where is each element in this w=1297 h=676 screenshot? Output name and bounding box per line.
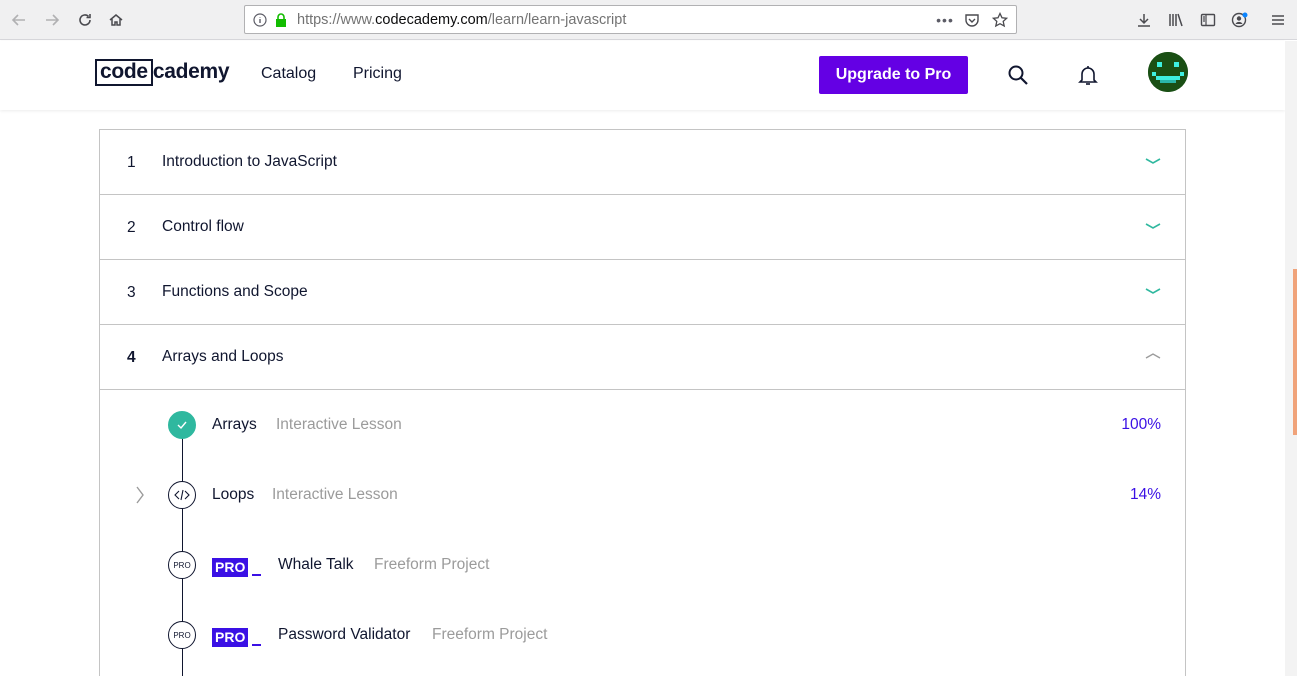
upgrade-to-pro-button[interactable]: Upgrade to Pro bbox=[819, 56, 968, 94]
module-row-expanded[interactable]: 4 Arrays and Loops bbox=[100, 325, 1185, 390]
chevron-right-icon[interactable] bbox=[134, 485, 146, 505]
sidebar-icon[interactable] bbox=[1198, 10, 1218, 30]
page-scrollbar[interactable] bbox=[1285, 41, 1297, 676]
lesson-item[interactable]: PRO PRO Password Validator Freeform Proj… bbox=[100, 615, 1185, 655]
forward-icon[interactable] bbox=[40, 8, 64, 32]
lesson-progress: 100% bbox=[1121, 416, 1161, 433]
lesson-item[interactable]: PRO PRO Whale Talk Freeform Project bbox=[100, 545, 1185, 585]
lesson-type: Freeform Project bbox=[374, 556, 490, 573]
url-path: /learn/learn-javascript bbox=[487, 12, 627, 28]
bookmark-star-icon[interactable] bbox=[992, 12, 1008, 28]
module-row[interactable]: 3 Functions and Scope bbox=[100, 260, 1185, 325]
url-text: https://www.codecademy.com/learn/learn-j… bbox=[297, 12, 626, 28]
lesson-title[interactable]: Arrays bbox=[212, 416, 257, 434]
pro-badge-text: PRO bbox=[212, 628, 249, 647]
lesson-progress: 14% bbox=[1129, 486, 1161, 503]
module-title: Introduction to JavaScript bbox=[162, 153, 337, 170]
module-row[interactable]: 2 Control flow bbox=[100, 195, 1185, 260]
chevron-down-icon[interactable] bbox=[1144, 284, 1162, 298]
user-avatar[interactable] bbox=[1148, 52, 1188, 92]
module-number: 1 bbox=[127, 154, 136, 171]
chevron-down-icon[interactable] bbox=[1144, 219, 1162, 233]
url-domain: codecademy.com bbox=[375, 12, 488, 28]
pro-badge: PRO bbox=[212, 555, 262, 577]
module-number: 3 bbox=[127, 284, 136, 301]
browser-toolbar: https://www.codecademy.com/learn/learn-j… bbox=[0, 0, 1297, 40]
notification-bell-icon[interactable] bbox=[1076, 63, 1102, 89]
lesson-type: Interactive Lesson bbox=[272, 486, 398, 503]
lesson-item[interactable]: Loops Interactive Lesson 14% bbox=[100, 475, 1185, 515]
code-icon bbox=[168, 481, 196, 509]
lesson-title[interactable]: Password Validator bbox=[278, 626, 410, 644]
module-number: 2 bbox=[127, 219, 136, 236]
scrollbar-thumb[interactable] bbox=[1293, 269, 1297, 435]
menu-icon[interactable] bbox=[1268, 10, 1288, 30]
lesson-title[interactable]: Loops bbox=[212, 486, 254, 504]
nav-catalog[interactable]: Catalog bbox=[261, 65, 316, 83]
lesson-type: Freeform Project bbox=[432, 626, 548, 643]
info-icon[interactable] bbox=[252, 12, 268, 28]
completed-check-icon bbox=[168, 411, 196, 439]
lesson-title[interactable]: Whale Talk bbox=[278, 556, 354, 574]
pro-badge-cursor bbox=[252, 644, 262, 646]
downloads-icon[interactable] bbox=[1134, 10, 1154, 30]
chevron-up-icon[interactable] bbox=[1144, 349, 1162, 363]
logo-code: code bbox=[95, 58, 153, 86]
pro-badge-cursor bbox=[252, 574, 262, 576]
url-prefix: https://www. bbox=[297, 12, 376, 28]
library-icon[interactable] bbox=[1166, 10, 1186, 30]
pocket-icon[interactable] bbox=[964, 12, 980, 28]
codecademy-logo[interactable]: code cademy bbox=[95, 58, 230, 86]
site-header: code cademy Catalog Pricing Upgrade to Pr… bbox=[0, 41, 1285, 110]
logo-cademy: cademy bbox=[152, 60, 230, 83]
page-actions-icon[interactable]: ••• bbox=[936, 12, 953, 28]
module-title: Control flow bbox=[162, 218, 244, 235]
syllabus-list: 1 Introduction to JavaScript 2 Control f… bbox=[99, 129, 1186, 676]
account-icon[interactable] bbox=[1230, 10, 1250, 30]
url-bar[interactable]: https://www.codecademy.com/learn/learn-j… bbox=[244, 5, 1017, 34]
module-row[interactable]: 1 Introduction to JavaScript bbox=[100, 130, 1185, 195]
module-title: Arrays and Loops bbox=[162, 348, 284, 365]
pro-badge-text: PRO bbox=[212, 558, 249, 577]
pro-lock-icon: PRO bbox=[168, 621, 196, 649]
pro-lock-icon: PRO bbox=[168, 551, 196, 579]
lock-icon[interactable] bbox=[273, 12, 289, 28]
module-title: Functions and Scope bbox=[162, 283, 308, 300]
nav-pricing[interactable]: Pricing bbox=[353, 65, 402, 83]
home-icon[interactable] bbox=[104, 8, 128, 32]
lesson-type: Interactive Lesson bbox=[276, 416, 402, 433]
chevron-down-icon[interactable] bbox=[1144, 154, 1162, 168]
module-number: 4 bbox=[127, 349, 136, 366]
pro-badge: PRO bbox=[212, 625, 262, 647]
back-icon[interactable] bbox=[7, 8, 31, 32]
search-icon[interactable] bbox=[1006, 63, 1032, 89]
lesson-item[interactable]: Arrays Interactive Lesson 100% bbox=[100, 405, 1185, 445]
reload-icon[interactable] bbox=[73, 8, 97, 32]
